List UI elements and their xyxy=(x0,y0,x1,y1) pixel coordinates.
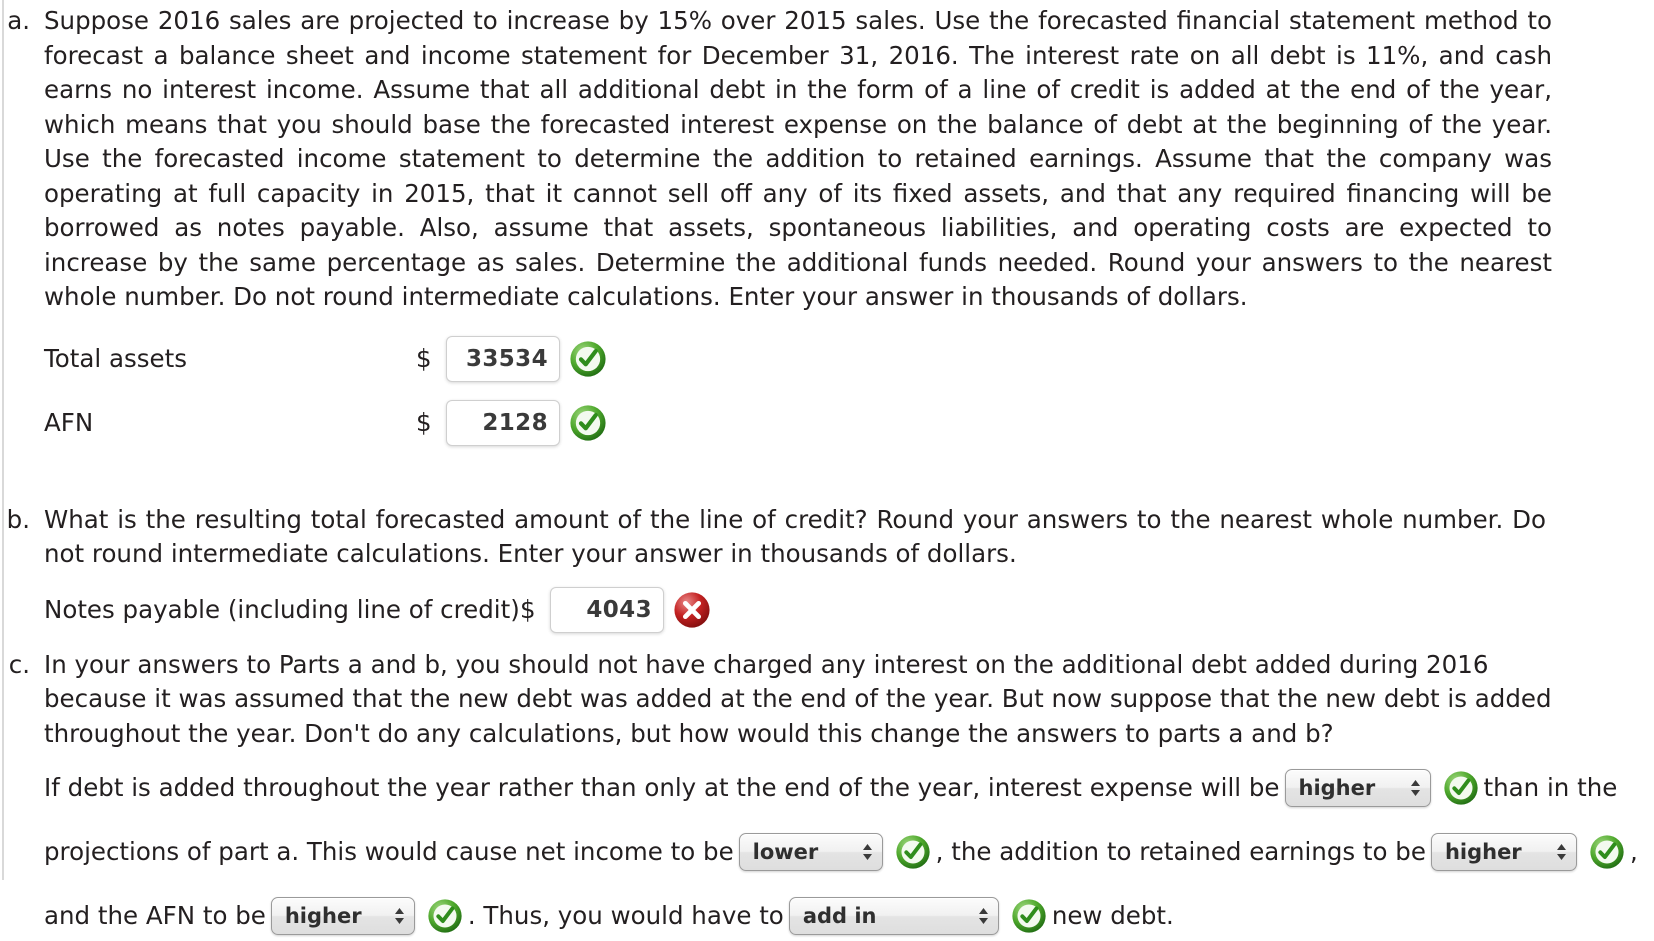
part-c-segment-5: , xyxy=(1630,835,1638,869)
part-a-text: Suppose 2016 sales are projected to incr… xyxy=(44,4,1552,315)
green-check-icon xyxy=(1011,898,1047,934)
stepper-arrows-icon xyxy=(394,907,405,925)
green-check-icon xyxy=(1443,770,1479,806)
part-c-segment-6: and the AFN to be xyxy=(44,899,266,933)
green-check-icon xyxy=(427,898,463,934)
afn-dropdown-value: higher xyxy=(285,899,362,933)
part-a-label: a. xyxy=(0,4,44,39)
stepper-arrows-icon xyxy=(862,843,873,861)
part-c-label: c. xyxy=(0,648,44,683)
part-c-segment-1: If debt is added throughout the year rat… xyxy=(44,771,1280,805)
interest-expense-dropdown-value: higher xyxy=(1299,771,1376,805)
notes-payable-label: Notes payable (including line of credit) xyxy=(44,595,520,625)
part-c-segment-8: new debt. xyxy=(1052,899,1174,933)
afn-dropdown[interactable]: higher xyxy=(271,897,415,935)
part-c-segment-4: , the addition to retained earnings to b… xyxy=(936,835,1426,869)
part-b-text: What is the resulting total forecasted a… xyxy=(44,503,1546,572)
stepper-arrows-icon xyxy=(978,907,989,925)
part-c-text: In your answers to Parts a and b, you sh… xyxy=(44,648,1554,752)
part-a-body: Suppose 2016 sales are projected to incr… xyxy=(44,4,1654,455)
answer-row-total-assets: Total assets $ 33534 xyxy=(44,327,1642,391)
question-page: a. Suppose 2016 sales are projected to i… xyxy=(0,0,1654,941)
afn-input[interactable]: 2128 xyxy=(446,400,560,446)
question-part-b: b. What is the resulting total forecaste… xyxy=(0,503,1654,642)
retained-earnings-dropdown[interactable]: higher xyxy=(1431,833,1577,871)
notes-payable-currency: $ xyxy=(520,595,550,624)
net-income-dropdown-value: lower xyxy=(753,835,819,869)
new-debt-action-dropdown[interactable]: add in xyxy=(789,897,999,935)
part-c-segment-2: than in the xyxy=(1484,771,1618,805)
answer-row-notes-payable: Notes payable (including line of credit)… xyxy=(44,578,1642,642)
question-part-a: a. Suppose 2016 sales are projected to i… xyxy=(0,4,1654,455)
stepper-arrows-icon xyxy=(1410,779,1421,797)
part-c-sentence-line-1: If debt is added throughout the year rat… xyxy=(44,763,1642,813)
green-check-icon xyxy=(569,340,607,378)
stepper-arrows-icon xyxy=(1556,843,1567,861)
part-c-segment-3: projections of part a. This would cause … xyxy=(44,835,734,869)
part-b-label: b. xyxy=(0,503,44,538)
notes-payable-input[interactable]: 4043 xyxy=(550,587,664,633)
net-income-dropdown[interactable]: lower xyxy=(739,833,883,871)
part-c-body: In your answers to Parts a and b, you sh… xyxy=(44,648,1654,941)
green-check-icon xyxy=(1589,834,1625,870)
part-c-sentence-line-3: and the AFN to be higher xyxy=(44,891,1642,941)
afn-label: AFN xyxy=(44,408,416,438)
afn-currency: $ xyxy=(416,408,446,437)
new-debt-action-dropdown-value: add in xyxy=(803,899,877,933)
total-assets-label: Total assets xyxy=(44,344,416,374)
question-part-c: c. In your answers to Parts a and b, you… xyxy=(0,648,1654,941)
part-c-segment-7: . Thus, you would have to xyxy=(468,899,784,933)
part-c-sentence-line-2: projections of part a. This would cause … xyxy=(44,827,1642,877)
answer-row-afn: AFN $ 2128 xyxy=(44,391,1642,455)
green-check-icon xyxy=(569,404,607,442)
part-b-body: What is the resulting total forecasted a… xyxy=(44,503,1654,642)
retained-earnings-dropdown-value: higher xyxy=(1445,835,1522,869)
interest-expense-dropdown[interactable]: higher xyxy=(1285,769,1431,807)
total-assets-input[interactable]: 33534 xyxy=(446,336,560,382)
total-assets-currency: $ xyxy=(416,344,446,373)
red-x-icon xyxy=(673,591,711,629)
green-check-icon xyxy=(895,834,931,870)
